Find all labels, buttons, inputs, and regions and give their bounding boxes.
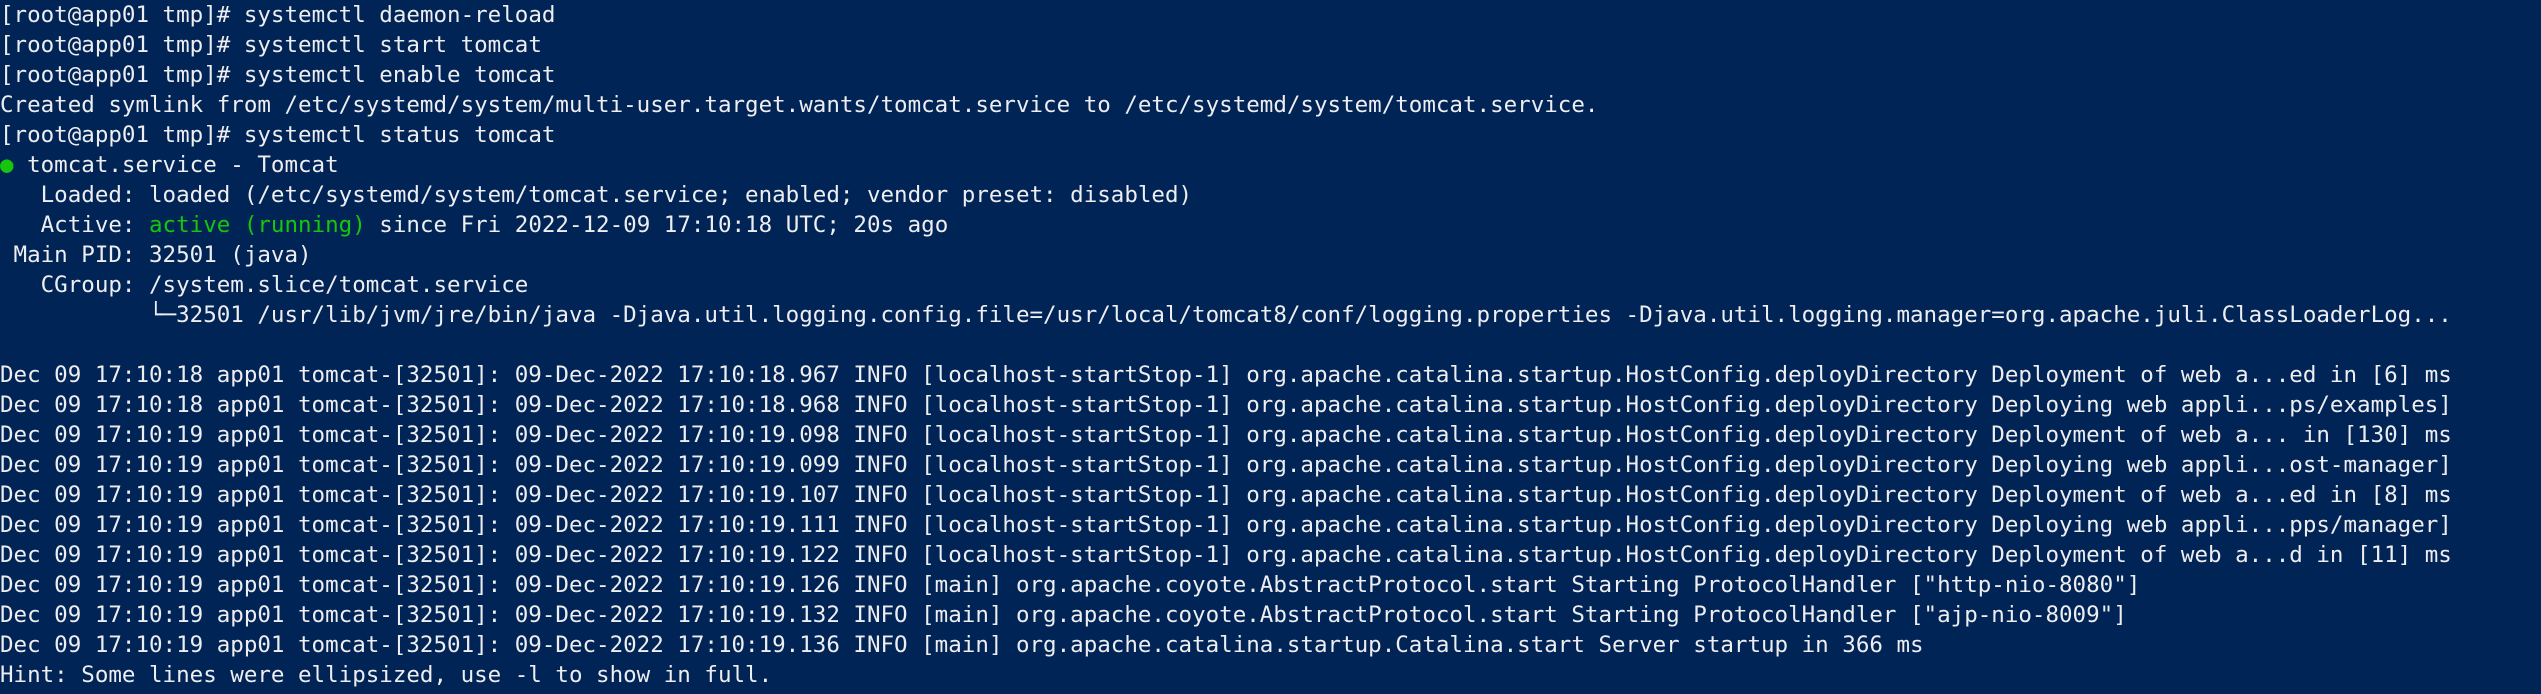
hint-line: Hint: Some lines were ellipsized, use -l… — [0, 662, 773, 688]
command-text: systemctl start tomcat — [243, 32, 542, 58]
service-active-line: Active: active (running) since Fri 2022-… — [0, 210, 2541, 240]
log-line: Dec 09 17:10:19 app01 tomcat-[32501]: 09… — [0, 602, 2127, 628]
log-line: Dec 09 17:10:18 app01 tomcat-[32501]: 09… — [0, 392, 2452, 418]
log-line: Dec 09 17:10:19 app01 tomcat-[32501]: 09… — [0, 632, 1924, 658]
shell-prompt: [root@app01 tmp]# — [0, 62, 244, 88]
log-line: Dec 09 17:10:19 app01 tomcat-[32501]: 09… — [0, 482, 2452, 508]
service-title-line: ● tomcat.service - Tomcat — [0, 150, 2541, 180]
log-line: Dec 09 17:10:19 app01 tomcat-[32501]: 09… — [0, 452, 2452, 478]
active-since: since Fri 2022-12-09 17:10:18 UTC; 20s a… — [365, 212, 949, 238]
status-dot-icon: ● — [0, 152, 14, 178]
command-line: [root@app01 tmp]# systemctl daemon-reloa… — [0, 0, 2541, 30]
command-text: systemctl daemon-reload — [243, 2, 556, 28]
service-cgroup: CGroup: /system.slice/tomcat.service — [0, 272, 529, 298]
service-process: └─32501 /usr/lib/jvm/jre/bin/java -Djava… — [0, 302, 2452, 328]
symlink-output: Created symlink from /etc/systemd/system… — [0, 92, 1599, 118]
service-main-pid: Main PID: 32501 (java) — [0, 242, 312, 268]
active-label: Active: — [0, 212, 150, 238]
service-loaded: Loaded: loaded (/etc/systemd/system/tomc… — [0, 182, 1193, 208]
command-text: systemctl enable tomcat — [243, 62, 556, 88]
shell-prompt: [root@app01 tmp]# — [0, 32, 244, 58]
command-line: [root@app01 tmp]# systemctl status tomca… — [0, 120, 2541, 150]
active-state: active (running) — [149, 212, 366, 238]
shell-prompt: [root@app01 tmp]# — [0, 122, 244, 148]
service-title: tomcat.service - Tomcat — [13, 152, 339, 178]
log-line: Dec 09 17:10:19 app01 tomcat-[32501]: 09… — [0, 542, 2452, 568]
shell-prompt: [root@app01 tmp]# — [0, 2, 244, 28]
log-line: Dec 09 17:10:19 app01 tomcat-[32501]: 09… — [0, 512, 2452, 538]
command-line: [root@app01 tmp]# systemctl start tomcat — [0, 30, 2541, 60]
log-line: Dec 09 17:10:19 app01 tomcat-[32501]: 09… — [0, 572, 2141, 598]
command-line: [root@app01 tmp]# systemctl enable tomca… — [0, 60, 2541, 90]
log-line: Dec 09 17:10:19 app01 tomcat-[32501]: 09… — [0, 422, 2452, 448]
command-text: systemctl status tomcat — [243, 122, 556, 148]
log-line: Dec 09 17:10:18 app01 tomcat-[32501]: 09… — [0, 362, 2452, 388]
terminal-window[interactable]: [root@app01 tmp]# systemctl daemon-reloa… — [0, 0, 2541, 694]
